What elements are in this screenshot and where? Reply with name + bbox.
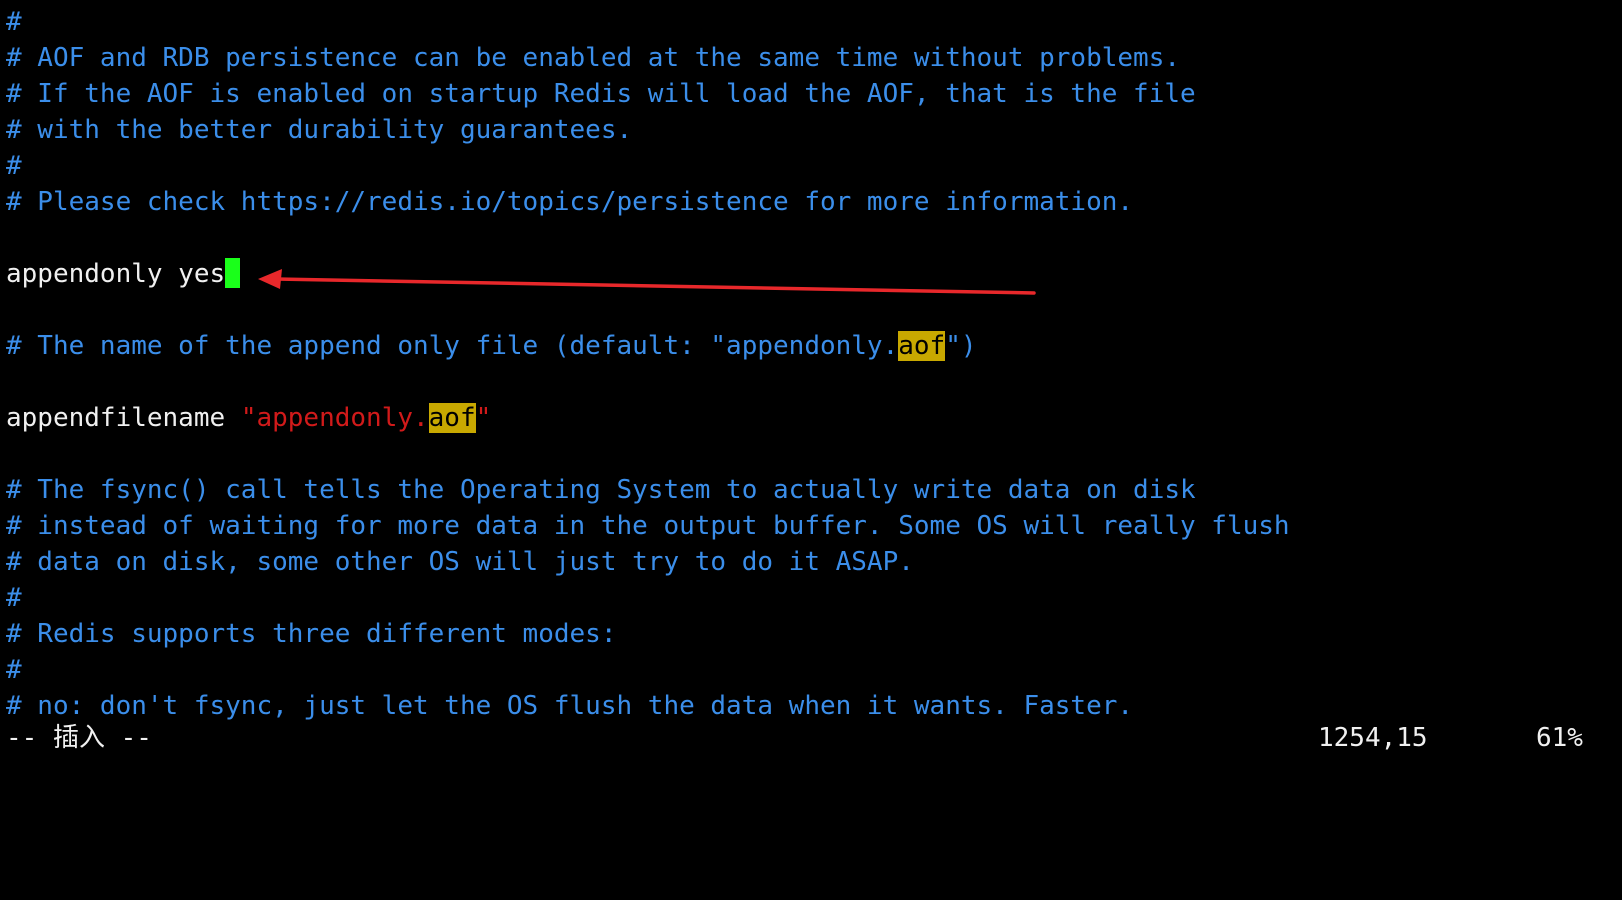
search-match-highlight: aof (898, 331, 946, 361)
appendonly-directive-line[interactable]: appendonly yes (6, 256, 241, 292)
comment-text: ") (945, 331, 977, 361)
config-comment-line: # AOF and RDB persistence can be enabled… (6, 43, 1180, 73)
appendonly-directive-text: appendonly yes (6, 259, 226, 289)
config-comment-line: # (6, 583, 22, 613)
insert-mode-indicator: -- 插入 -- (6, 723, 152, 753)
terminal-window[interactable]: # # AOF and RDB persistence can be enabl… (0, 0, 1622, 821)
vim-statusbar: -- 插入 -- 1254,15 61% (0, 720, 1622, 756)
text-cursor (225, 258, 241, 288)
config-comment-line: # (6, 7, 22, 37)
appendfilename-directive-line[interactable]: appendfilename "appendonly.aof" (6, 400, 491, 436)
comment-text: # The name of the append only file (defa… (6, 331, 899, 361)
cursor-position: 1254,15 (1318, 723, 1428, 753)
config-comment-line: # data on disk, some other OS will just … (6, 547, 914, 577)
string-quote: " (240, 403, 257, 433)
config-comment-line: # The fsync() call tells the Operating S… (6, 475, 1196, 505)
string-value: appendonly. (256, 403, 429, 433)
string-quote: " (475, 403, 492, 433)
config-comment-line: # (6, 655, 22, 685)
directive-key: appendfilename (6, 403, 241, 433)
config-comment-line: # Please check https://redis.io/topics/p… (6, 187, 1134, 217)
config-comment-line: # Redis supports three different modes: (6, 619, 617, 649)
search-match-highlight: aof (428, 403, 476, 433)
config-comment-line: # (6, 151, 22, 181)
config-comment-line: # instead of waiting for more data in th… (6, 511, 1290, 541)
scroll-percent: 61% (1536, 723, 1583, 753)
config-comment-line: # The name of the append only file (defa… (6, 328, 977, 364)
config-comment-line: # If the AOF is enabled on startup Redis… (6, 79, 1196, 109)
config-comment-line: # with the better durability guarantees. (6, 115, 633, 145)
config-comment-line: # no: don't fsync, just let the OS flush… (6, 691, 1134, 721)
